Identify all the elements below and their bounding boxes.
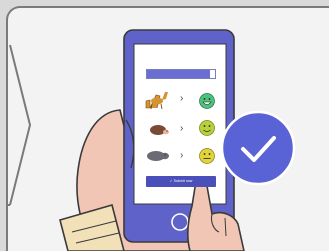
- progress-bar: [146, 69, 216, 79]
- illustration: › › › ✓ Submit now: [0, 0, 329, 251]
- smiling-face-icon[interactable]: [199, 120, 215, 136]
- checkmark-icon: [220, 110, 296, 186]
- grinning-face-icon[interactable]: [199, 93, 215, 109]
- neutral-face-icon[interactable]: [199, 148, 215, 164]
- phone: [123, 29, 235, 243]
- progress-fill: [147, 70, 210, 78]
- submit-button[interactable]: ✓ Submit now: [146, 176, 216, 187]
